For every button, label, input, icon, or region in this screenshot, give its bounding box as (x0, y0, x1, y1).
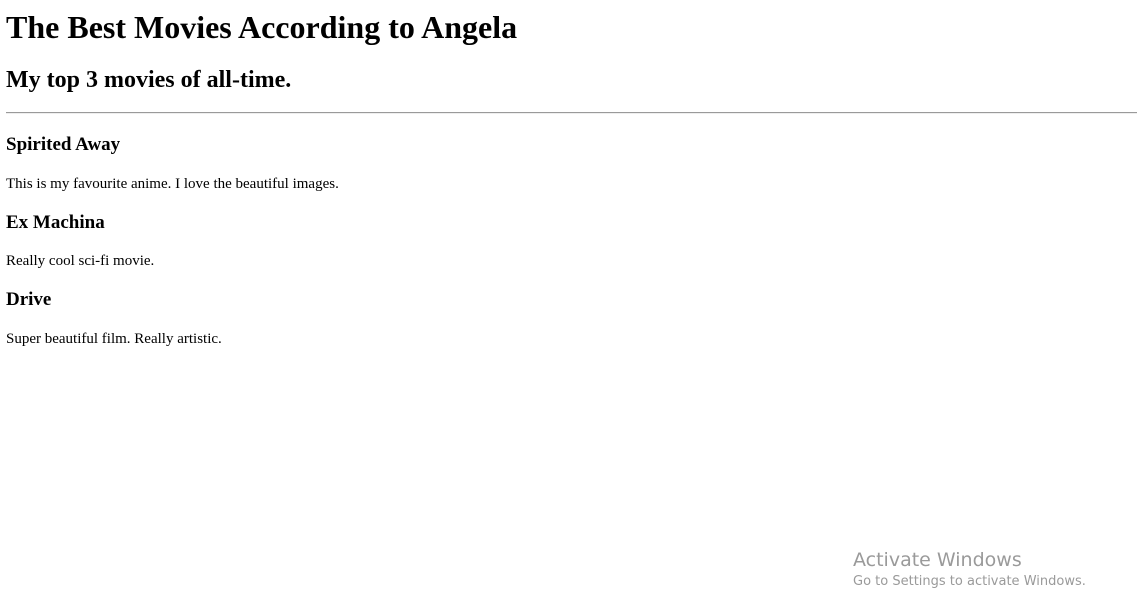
movie-description: Super beautiful film. Really artistic. (6, 331, 222, 347)
watermark-text: Go to Settings to activate Windows. (853, 574, 1086, 589)
windows-activation-watermark: Activate Windows Go to Settings to activ… (853, 548, 1133, 590)
movie-title: Drive (6, 289, 52, 310)
page-title: The Best Movies According to Angela (6, 9, 518, 45)
movies-page: The Best Movies According to Angela My t… (0, 0, 1146, 597)
movie-title: Ex Machina (6, 212, 105, 233)
section-divider (6, 112, 1137, 114)
page-subtitle: My top 3 movies of all-time. (6, 67, 292, 93)
movie-description: This is my favourite anime. I love the b… (6, 176, 339, 192)
watermark-title: Activate Windows (853, 549, 1022, 571)
movie-description: Really cool sci-fi movie. (6, 253, 155, 269)
movie-title: Spirited Away (6, 134, 121, 155)
